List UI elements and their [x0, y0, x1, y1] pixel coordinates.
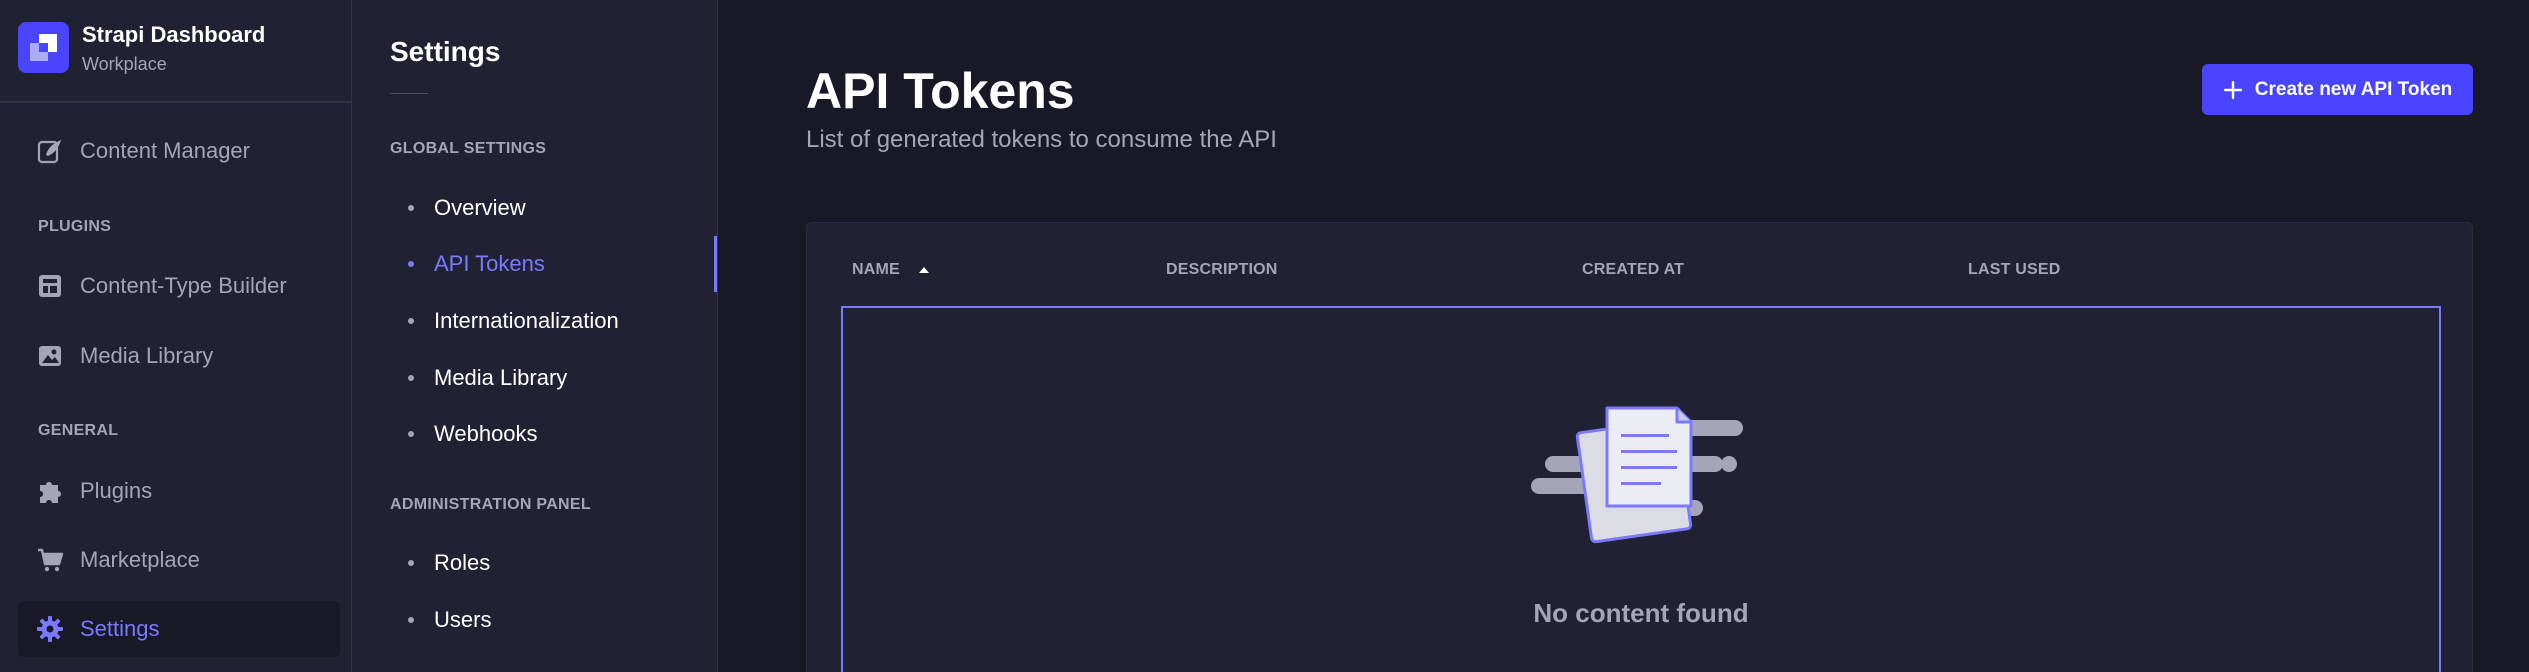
subnav-divider	[390, 93, 428, 94]
bullet-icon	[408, 431, 414, 437]
nav-item-label: Content Manager	[80, 138, 250, 163]
subnav-item-internationalization[interactable]: Internationalization	[352, 299, 717, 343]
page-title: API Tokens	[806, 63, 1075, 119]
subnav-item-api-tokens[interactable]: API Tokens	[352, 236, 717, 292]
nav-item-label: Content-Type Builder	[80, 273, 287, 298]
nav-item-plugins[interactable]: Plugins	[18, 463, 340, 519]
bullet-icon	[408, 205, 414, 211]
subnav-item-label: Webhooks	[434, 421, 538, 446]
bullet-icon	[408, 560, 414, 566]
subnav-item-label: Media Library	[434, 365, 568, 390]
empty-documents-icon	[1531, 406, 1743, 544]
subnav-item-label: Roles	[434, 550, 491, 575]
nav-section-general: GENERAL	[38, 422, 119, 439]
layout-icon	[39, 275, 61, 297]
nav-item-label: Plugins	[80, 478, 153, 503]
strapi-logo-icon[interactable]	[18, 22, 69, 73]
cart-icon	[38, 548, 64, 572]
subnav-title: Settings	[390, 36, 501, 67]
plus-icon	[2223, 80, 2242, 99]
bullet-icon	[408, 617, 414, 623]
brand-subtitle: Workplace	[82, 54, 167, 74]
nav-item-label: Settings	[80, 616, 160, 641]
nav-item-content-manager[interactable]: Content Manager	[18, 123, 340, 179]
settings-subnav: Settings GLOBAL SETTINGS Overview API To…	[352, 0, 718, 672]
brand-title: Strapi Dashboard	[82, 22, 266, 47]
gear-icon	[37, 616, 63, 642]
nav-section-plugins: PLUGINS	[38, 218, 112, 235]
subnav-item-label: Overview	[434, 195, 526, 220]
subnav-item-label: API Tokens	[434, 251, 545, 276]
subnav-section-global-settings: GLOBAL SETTINGS	[390, 140, 547, 157]
bullet-icon	[408, 318, 414, 324]
subnav-item-media-library[interactable]: Media Library	[352, 356, 717, 400]
column-header-created-at: CREATED AT	[1582, 261, 1684, 279]
create-button-label: Create new API Token	[2254, 78, 2453, 100]
main-navigation: Strapi Dashboard Workplace Content Manag…	[0, 0, 352, 672]
subnav-section-administration-panel: ADMINISTRATION PANEL	[390, 496, 591, 513]
empty-state-message: No content found	[1533, 598, 1749, 628]
column-header-label: LAST USED	[1968, 261, 2061, 278]
app-window: Strapi Dashboard Workplace Content Manag…	[0, 0, 2529, 672]
column-header-last-used: LAST USED	[1968, 261, 2060, 279]
nav-item-label: Marketplace	[80, 547, 200, 572]
sort-ascending-icon[interactable]	[918, 266, 930, 274]
column-header-name[interactable]: NAME	[852, 261, 930, 279]
page-subtitle: List of generated tokens to consume the …	[806, 126, 1277, 153]
subnav-item-label: Internationalization	[434, 308, 619, 333]
image-icon	[39, 346, 61, 366]
nav-item-label: Media Library	[80, 343, 214, 368]
subnav-item-webhooks[interactable]: Webhooks	[352, 412, 717, 456]
feather-icon	[37, 140, 61, 164]
column-header-label: NAME	[852, 261, 900, 278]
nav-item-content-type-builder[interactable]: Content-Type Builder	[18, 258, 340, 314]
nav-item-settings[interactable]: Settings	[18, 601, 340, 657]
brand-header: Strapi Dashboard Workplace	[0, 0, 352, 103]
bullet-icon	[408, 261, 414, 267]
column-header-label: DESCRIPTION	[1166, 261, 1278, 278]
create-api-token-button[interactable]: Create new API Token	[2202, 64, 2473, 115]
empty-state: No content found	[841, 306, 2441, 672]
column-header-description: DESCRIPTION	[1166, 261, 1278, 279]
puzzle-icon	[40, 482, 61, 503]
main-content: API Tokens List of generated tokens to c…	[718, 0, 2529, 672]
subnav-item-overview[interactable]: Overview	[352, 186, 717, 230]
bullet-icon	[408, 375, 414, 381]
column-header-label: CREATED AT	[1582, 261, 1685, 278]
api-tokens-table: NAME DESCRIPTION CREATED AT LAST USED No…	[806, 222, 2473, 672]
nav-item-media-library[interactable]: Media Library	[18, 328, 340, 384]
subnav-item-users[interactable]: Users	[352, 598, 717, 642]
nav-item-marketplace[interactable]: Marketplace	[18, 532, 340, 588]
subnav-item-label: Users	[434, 607, 492, 632]
subnav-item-roles[interactable]: Roles	[352, 541, 717, 585]
